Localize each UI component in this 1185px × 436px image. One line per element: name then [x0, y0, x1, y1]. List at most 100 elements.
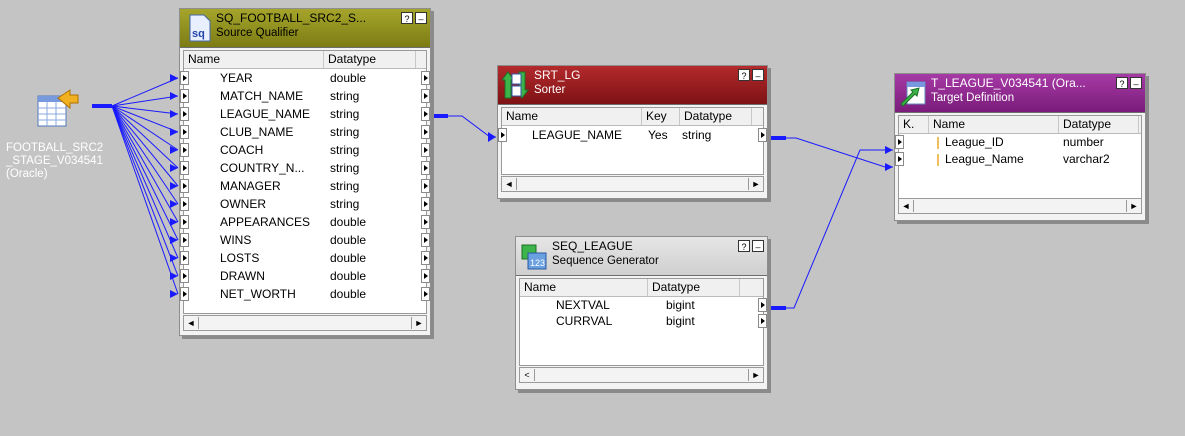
scroll-left-arrow[interactable]: ◄	[899, 199, 913, 213]
output-port[interactable]	[421, 251, 430, 265]
input-port[interactable]	[180, 197, 189, 211]
scroll-left-arrow[interactable]: <	[520, 368, 534, 382]
minimize-button[interactable]: –	[1130, 77, 1142, 89]
output-port[interactable]	[421, 269, 430, 283]
scroll-left-arrow[interactable]: ◄	[502, 177, 516, 191]
mapping-canvas[interactable]: FOOTBALL_SRC2_STAGE_V034541 (Oracle) sq …	[0, 0, 1185, 436]
key-column-header[interactable]: Key	[642, 108, 680, 125]
minimize-button[interactable]: –	[752, 240, 764, 252]
input-port[interactable]	[180, 287, 189, 301]
port-row[interactable]: LOSTS double	[180, 249, 430, 267]
source-qualifier-transformation[interactable]: sq SQ_FOOTBALL_SRC2_S... Source Qualifie…	[179, 8, 431, 336]
port-row[interactable]: League_ID number	[895, 134, 1141, 151]
sorter-icon	[502, 71, 529, 99]
minimize-button[interactable]: –	[415, 12, 427, 24]
output-port[interactable]	[421, 71, 430, 85]
port-row[interactable]: NET_WORTH double	[180, 285, 430, 303]
datatype-column-header[interactable]: Datatype	[1059, 116, 1139, 133]
output-port[interactable]	[758, 298, 767, 312]
port-row[interactable]: WINS double	[180, 231, 430, 249]
port-row[interactable]: MANAGER string	[180, 177, 430, 195]
target-definition-icon	[900, 81, 926, 107]
scroll-track[interactable]	[516, 178, 749, 190]
key-column-header[interactable]: K.	[899, 116, 929, 133]
port-row[interactable]: MATCH_NAME string	[180, 87, 430, 105]
output-port[interactable]	[421, 197, 430, 211]
port-row[interactable]: APPEARANCES double	[180, 213, 430, 231]
datatype-column-header[interactable]: Datatype	[648, 279, 740, 296]
output-port[interactable]	[421, 161, 430, 175]
input-port[interactable]	[180, 71, 189, 85]
scroll-right-arrow[interactable]: ►	[412, 316, 426, 330]
seq-header[interactable]: 123 SEQ_LEAGUE Sequence Generator ? –	[516, 237, 767, 276]
srt-horizontal-scrollbar[interactable]: ◄ ►	[501, 176, 764, 192]
input-port[interactable]	[180, 125, 189, 139]
port-row[interactable]: YEAR double	[180, 69, 430, 87]
output-port[interactable]	[421, 215, 430, 229]
target-definition[interactable]: T_LEAGUE_V034541 (Ora... Target Definiti…	[894, 73, 1146, 221]
sequence-generator-transformation[interactable]: 123 SEQ_LEAGUE Sequence Generator ? – Na…	[515, 236, 768, 390]
port-datatype: string	[682, 128, 712, 142]
input-port[interactable]	[895, 135, 904, 149]
output-port[interactable]	[421, 125, 430, 139]
tgt-header[interactable]: T_LEAGUE_V034541 (Ora... Target Definiti…	[895, 74, 1145, 113]
name-column-header[interactable]: Name	[929, 116, 1059, 133]
scroll-left-arrow[interactable]: ◄	[184, 316, 198, 330]
sq-header[interactable]: sq SQ_FOOTBALL_SRC2_S... Source Qualifie…	[180, 9, 430, 48]
link-source-appearances	[111, 105, 179, 223]
port-row[interactable]: NEXTVAL bigint	[520, 297, 767, 313]
output-port[interactable]	[421, 89, 430, 103]
name-column-header[interactable]: Name	[184, 51, 324, 68]
port-row[interactable]: LEAGUE_NAME Yes string	[498, 126, 767, 144]
input-port[interactable]	[180, 143, 189, 157]
scroll-track[interactable]	[534, 369, 749, 381]
port-row[interactable]: CURRVAL bigint	[520, 313, 767, 329]
input-port[interactable]	[180, 251, 189, 265]
port-row[interactable]: COACH string	[180, 141, 430, 159]
port-row[interactable]: CLUB_NAME string	[180, 123, 430, 141]
port-row[interactable]: League_Name varchar2	[895, 151, 1141, 168]
srt-header[interactable]: SRT_LG Sorter ? –	[498, 66, 767, 105]
input-port[interactable]	[180, 89, 189, 103]
help-button[interactable]: ?	[1116, 77, 1128, 89]
database-table-arrow-icon[interactable]	[36, 88, 80, 132]
output-port[interactable]	[421, 287, 430, 301]
input-port[interactable]	[895, 152, 904, 166]
scroll-right-arrow[interactable]: ►	[1127, 199, 1141, 213]
seq-horizontal-scrollbar[interactable]: < ►	[519, 367, 764, 383]
port-row[interactable]: LEAGUE_NAME string	[180, 105, 430, 123]
help-button[interactable]: ?	[738, 69, 750, 81]
port-row[interactable]: OWNER string	[180, 195, 430, 213]
sorter-transformation[interactable]: SRT_LG Sorter ? – Name Key Datatype LEAG…	[497, 65, 768, 199]
port-row[interactable]: COUNTRY_N... string	[180, 159, 430, 177]
scroll-track[interactable]	[198, 317, 412, 329]
datatype-column-header[interactable]: Datatype	[324, 51, 416, 68]
input-port[interactable]	[180, 161, 189, 175]
help-button[interactable]: ?	[401, 12, 413, 24]
minimize-button[interactable]: –	[752, 69, 764, 81]
input-port[interactable]	[180, 269, 189, 283]
tgt-horizontal-scrollbar[interactable]: ◄ ►	[898, 198, 1142, 214]
output-port[interactable]	[421, 143, 430, 157]
scroll-track[interactable]	[913, 200, 1127, 212]
output-port[interactable]	[758, 314, 767, 328]
input-port[interactable]	[180, 179, 189, 193]
output-port[interactable]	[421, 233, 430, 247]
datatype-column-header[interactable]: Datatype	[680, 108, 752, 125]
output-port[interactable]	[421, 107, 430, 121]
port-row[interactable]: DRAWN double	[180, 267, 430, 285]
input-port[interactable]	[180, 215, 189, 229]
name-column-header[interactable]: Name	[502, 108, 642, 125]
input-port[interactable]	[180, 107, 189, 121]
tgt-rows: League_ID number League_Name varchar2	[895, 134, 1141, 168]
scroll-right-arrow[interactable]: ►	[749, 368, 763, 382]
sq-horizontal-scrollbar[interactable]: ◄ ►	[183, 315, 427, 331]
help-button[interactable]: ?	[738, 240, 750, 252]
output-port[interactable]	[758, 128, 767, 142]
output-port[interactable]	[421, 179, 430, 193]
scroll-right-arrow[interactable]: ►	[749, 177, 763, 191]
name-column-header[interactable]: Name	[520, 279, 648, 296]
input-port[interactable]	[498, 128, 507, 142]
input-port[interactable]	[180, 233, 189, 247]
port-datatype: string	[330, 179, 360, 193]
